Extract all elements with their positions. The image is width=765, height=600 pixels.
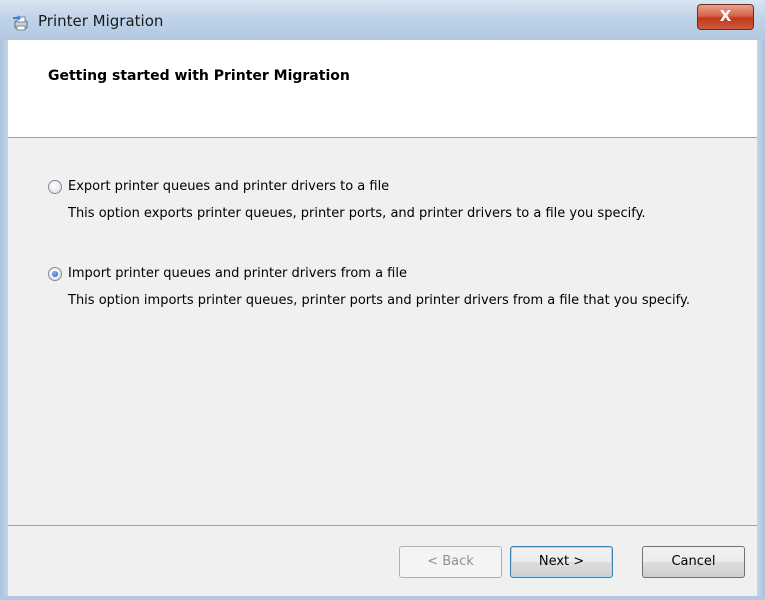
import-option-description: This option imports printer queues, prin… [68,293,690,308]
import-radio[interactable] [48,267,62,281]
wizard-content: Export printer queues and printer driver… [8,138,757,525]
close-button[interactable]: X [697,4,754,30]
page-title: Getting started with Printer Migration [48,68,350,84]
window-frame-bottom [0,596,765,600]
printer-migration-icon [12,14,30,32]
export-radio[interactable] [48,180,62,194]
export-option-label[interactable]: Export printer queues and printer driver… [68,179,389,194]
import-option-label[interactable]: Import printer queues and printer driver… [68,266,407,281]
window-frame-right [757,40,765,600]
close-icon: X [719,7,732,25]
back-button[interactable]: < Back [399,546,502,578]
next-button[interactable]: Next > [510,546,613,578]
printer-migration-window: Printer Migration X Getting started with… [0,0,765,600]
window-title: Printer Migration [38,12,164,30]
wizard-footer: < Back Next > Cancel [8,526,757,596]
title-bar[interactable]: Printer Migration X [0,0,765,40]
cancel-button[interactable]: Cancel [642,546,745,578]
wizard-header: Getting started with Printer Migration [8,40,757,138]
window-frame-left [0,40,8,600]
export-option-description: This option exports printer queues, prin… [68,206,646,221]
